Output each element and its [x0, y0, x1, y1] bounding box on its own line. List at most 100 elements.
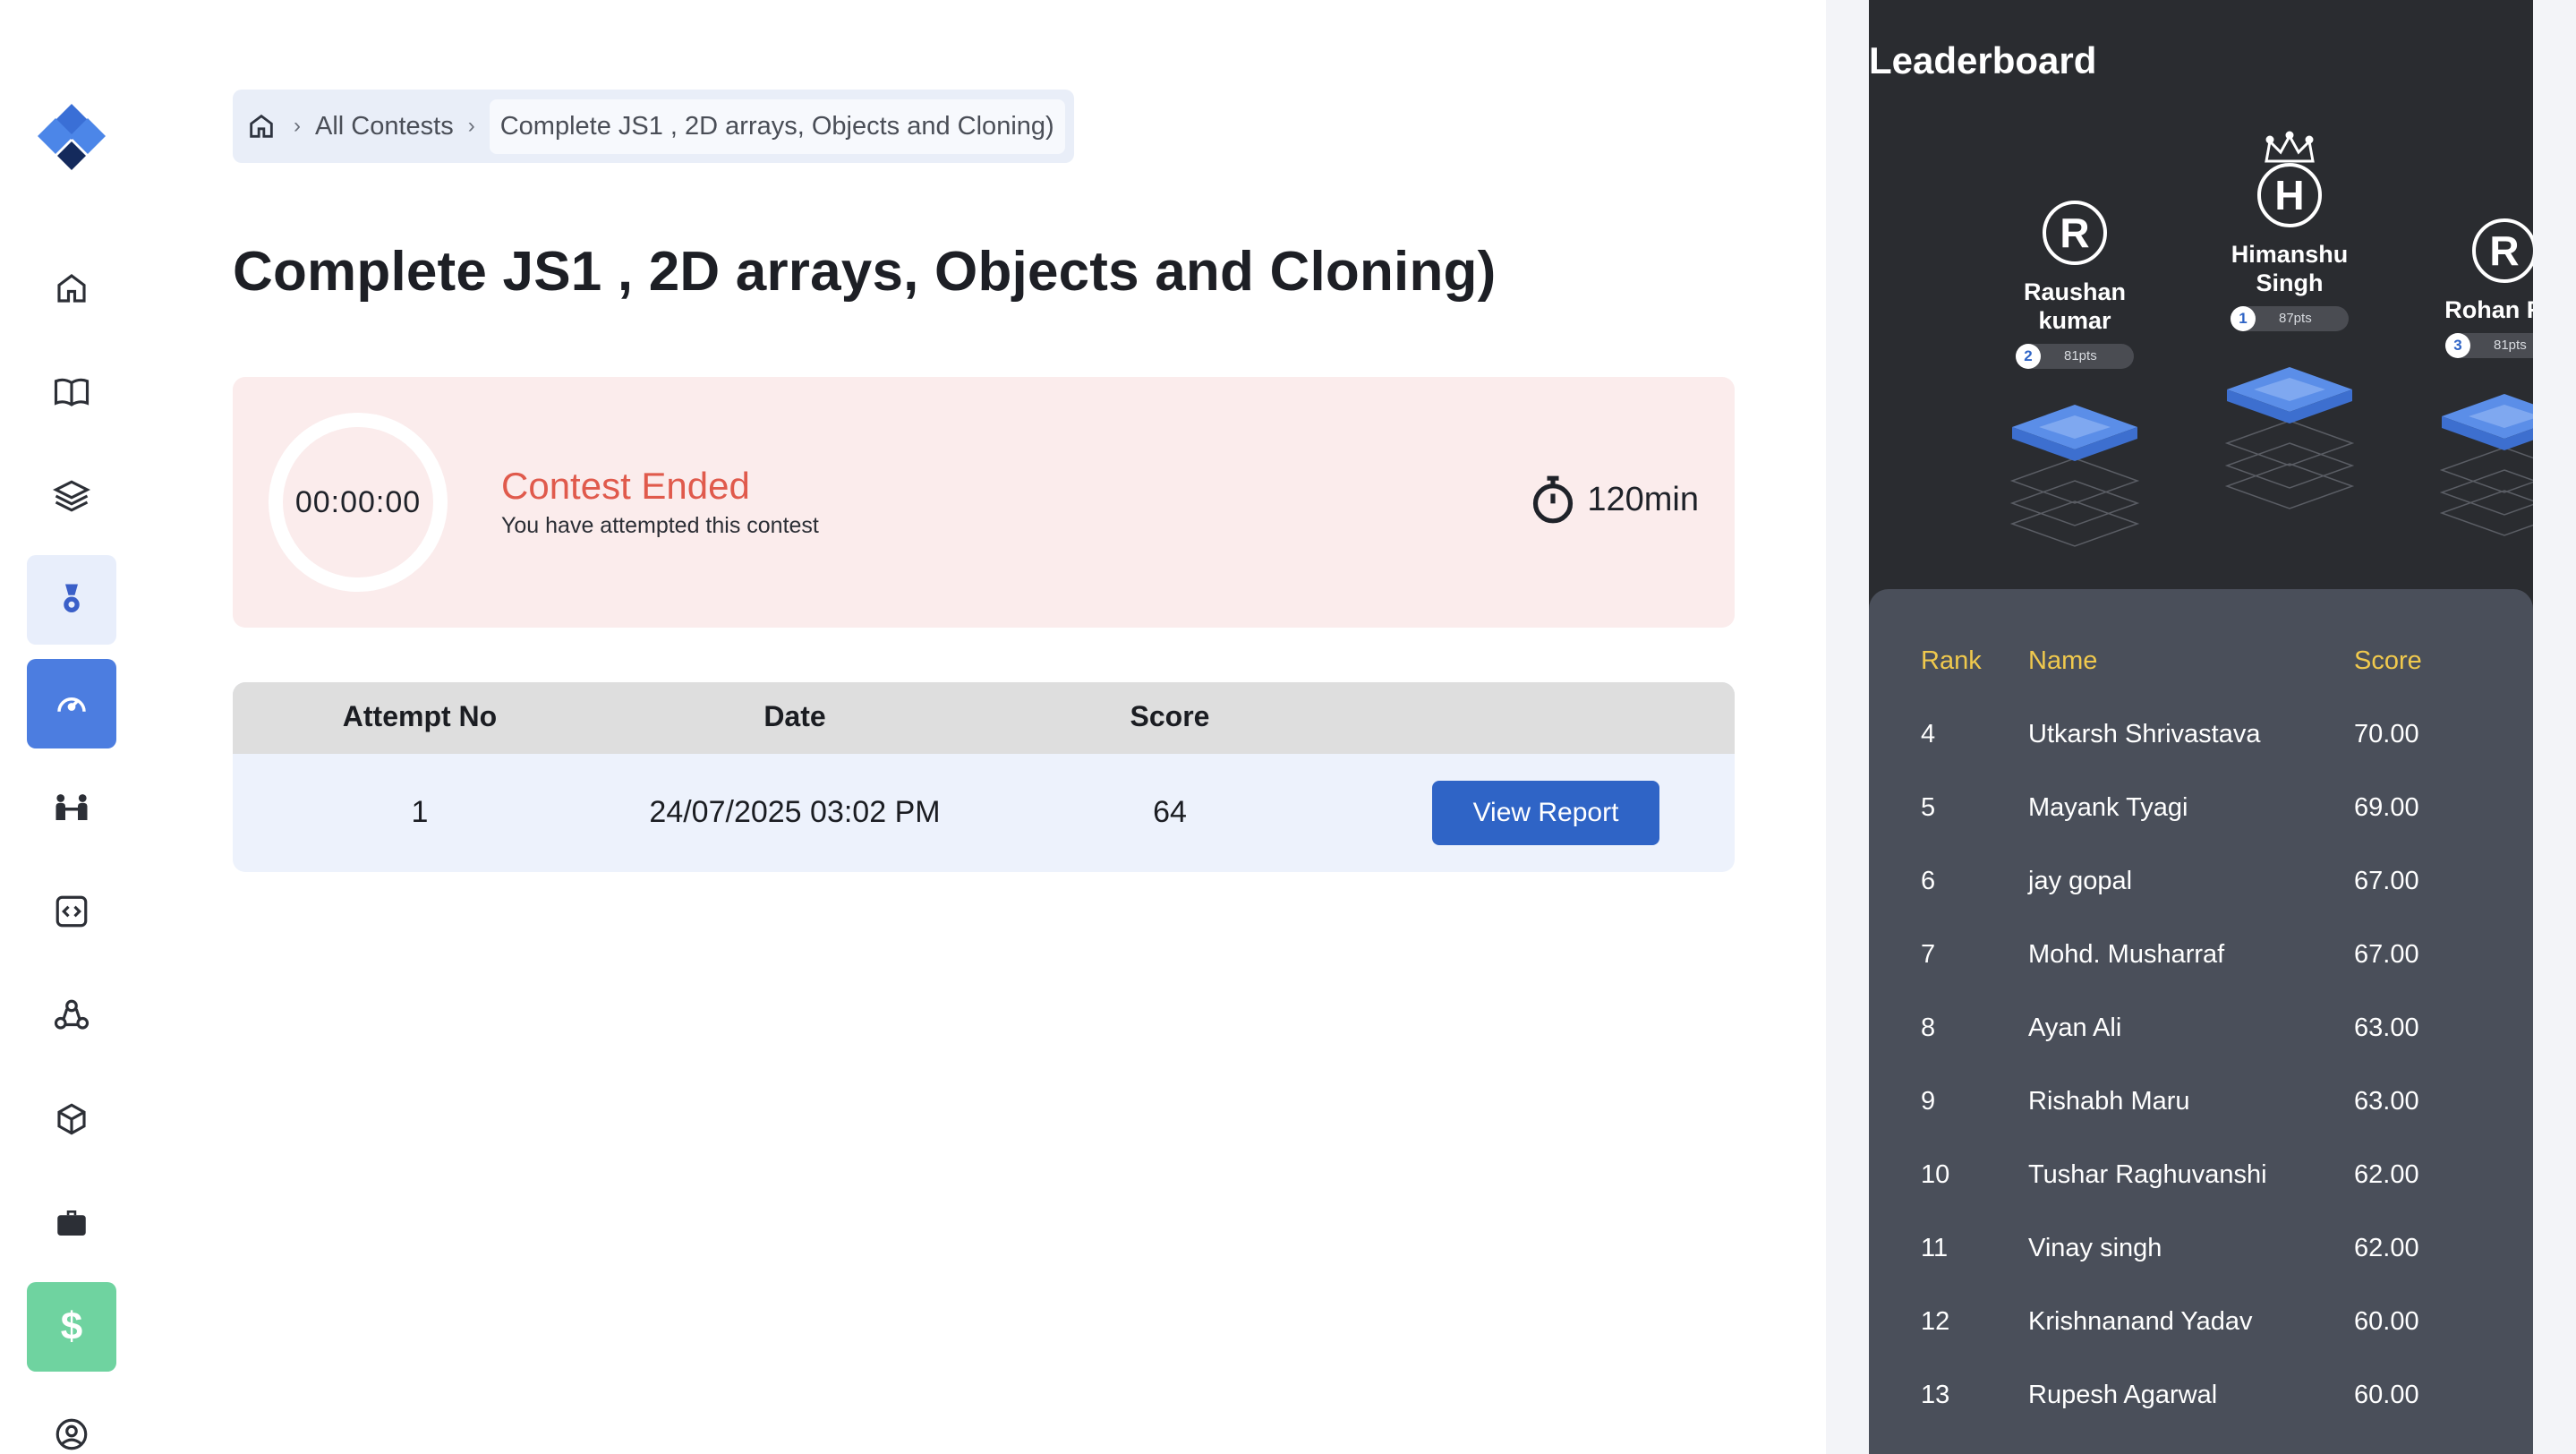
table-row[interactable]: 9 Rishabh Maru 63.00 — [1869, 1087, 2533, 1160]
row-rank: 6 — [1921, 867, 1936, 895]
points: 87pts — [2279, 311, 2312, 326]
chevron-right-icon: › — [467, 114, 475, 138]
row-name: Rupesh Agarwal — [2028, 1381, 2218, 1409]
row-rank: 7 — [1921, 940, 1936, 969]
code-icon — [55, 895, 88, 928]
contest-duration: 120min — [1530, 474, 1699, 526]
cube-icon — [57, 1103, 86, 1135]
nav-mentorship[interactable] — [27, 763, 116, 852]
table-row: 1 24/07/2025 03:02 PM 64 View Report — [233, 754, 1735, 872]
briefcase-icon — [57, 1210, 86, 1236]
podium-name: Himanshu Singh — [2231, 241, 2349, 296]
header-name: Name — [2028, 646, 2098, 675]
rank-badge: 3 — [2445, 333, 2470, 358]
nav-profile[interactable] — [27, 1390, 116, 1454]
row-score: 63.00 — [2354, 1014, 2419, 1042]
row-name: Ayan Ali — [2028, 1014, 2122, 1042]
home-icon — [250, 114, 273, 138]
row-score: 60.00 — [2354, 1307, 2419, 1336]
table-row[interactable]: 10 Tushar Raghuvanshi 62.00 — [1869, 1160, 2533, 1234]
podium-second[interactable]: R Raushan kumar 2 81pts — [1985, 201, 2164, 552]
row-score: 70.00 — [2354, 720, 2419, 748]
main-content: › All Contests › Complete JS1 , 2D array… — [143, 0, 1826, 1454]
table-row[interactable]: 8 Ayan Ali 63.00 — [1869, 1014, 2533, 1087]
nav-home[interactable] — [27, 244, 116, 333]
attempts-table-header: Attempt No Date Score — [233, 682, 1735, 754]
book-icon — [54, 378, 90, 406]
contest-status: Contest Ended — [501, 465, 750, 507]
table-row[interactable]: 7 Mohd. Musharraf 67.00 — [1869, 940, 2533, 1014]
row-name: Tushar Raghuvanshi — [2028, 1160, 2267, 1189]
leaderboard-table: Rank Name Score 4 Utkarsh Shrivastava 70… — [1869, 589, 2533, 1454]
avatar: R — [2472, 218, 2537, 283]
stopwatch-icon — [1533, 475, 1574, 524]
attempt-number: 1 — [411, 795, 429, 829]
podium-name: Raushan kumar — [2023, 278, 2127, 334]
row-name: Mayank Tyagi — [2028, 793, 2188, 822]
duration-value: 120min — [1587, 480, 1699, 518]
row-name: Vinay singh — [2028, 1234, 2162, 1262]
row-name: Krishnanand Yadav — [2028, 1307, 2253, 1336]
community-icon — [54, 999, 90, 1030]
breadcrumb-home[interactable] — [243, 108, 279, 144]
row-name: Rishabh Maru — [2028, 1087, 2190, 1116]
nav-courses[interactable] — [27, 347, 116, 437]
table-row[interactable]: 5 Mayank Tyagi 69.00 — [1869, 793, 2533, 867]
row-score: 69.00 — [2354, 793, 2419, 822]
avatar: H — [2257, 163, 2322, 227]
row-rank: 8 — [1921, 1014, 1936, 1042]
page-edge — [2533, 0, 2576, 1454]
page-title: Complete JS1 , 2D arrays, Objects and Cl… — [233, 241, 1497, 303]
nav-community[interactable] — [27, 971, 116, 1060]
row-rank: 13 — [1921, 1381, 1950, 1409]
table-row[interactable]: 11 Vinay singh 62.00 — [1869, 1234, 2533, 1307]
nav-modules[interactable] — [27, 451, 116, 541]
attempts-table: Attempt No Date Score 1 24/07/2025 03:02… — [233, 682, 1735, 872]
nav-projects[interactable] — [27, 1074, 116, 1164]
layers-icon — [53, 480, 90, 512]
row-name: jay gopal — [2028, 867, 2133, 895]
view-report-button[interactable]: View Report — [1432, 781, 1659, 845]
podium-first[interactable]: H Himanshu Singh 1 87pts — [2200, 131, 2379, 515]
row-rank: 10 — [1921, 1160, 1950, 1189]
avatar: R — [2043, 201, 2107, 265]
attempt-date: 24/07/2025 03:02 PM — [649, 795, 941, 829]
breadcrumb-all-contests[interactable]: All Contests — [315, 112, 454, 141]
nav-earn[interactable]: $ — [27, 1282, 116, 1372]
row-rank: 5 — [1921, 793, 1936, 822]
podium-points-pill: 1 87pts — [2231, 306, 2349, 331]
row-score: 67.00 — [2354, 867, 2419, 895]
table-row[interactable]: 12 Krishnanand Yadav 60.00 — [1869, 1307, 2533, 1381]
table-row[interactable]: 13 Rupesh Agarwal 60.00 — [1869, 1381, 2533, 1454]
nav-achievements[interactable] — [27, 555, 116, 645]
countdown-timer: 00:00:00 — [269, 413, 448, 592]
breadcrumb-current: Complete JS1 , 2D arrays, Objects and Cl… — [489, 98, 1065, 154]
rank-badge: 1 — [2231, 306, 2256, 331]
points: 81pts — [2064, 348, 2097, 364]
header-score: Score — [1130, 700, 1210, 732]
breadcrumb: › All Contests › Complete JS1 , 2D array… — [233, 90, 1074, 163]
header-rank: Rank — [1921, 646, 1982, 675]
podium-platform-icon — [2224, 367, 2355, 509]
mentorship-icon — [55, 794, 88, 820]
dollar-icon: $ — [60, 1304, 83, 1348]
home-icon — [57, 274, 86, 303]
row-rank: 4 — [1921, 720, 1936, 748]
sidebar: $ — [0, 0, 143, 1454]
row-score: 62.00 — [2354, 1234, 2419, 1262]
contest-status-subtitle: You have attempted this contest — [501, 513, 819, 538]
row-rank: 12 — [1921, 1307, 1950, 1336]
nav-jobs[interactable] — [27, 1178, 116, 1268]
profile-icon — [55, 1418, 88, 1450]
row-name: Utkarsh Shrivastava — [2028, 720, 2261, 748]
podium-points-pill: 2 81pts — [2016, 344, 2134, 369]
table-row[interactable]: 4 Utkarsh Shrivastava 70.00 — [1869, 720, 2533, 793]
leaderboard-title: Leaderboard — [1869, 39, 2097, 81]
row-rank: 9 — [1921, 1087, 1936, 1116]
attempt-score: 64 — [1153, 795, 1187, 829]
table-row[interactable]: 6 jay gopal 67.00 — [1869, 867, 2533, 940]
row-score: 67.00 — [2354, 940, 2419, 969]
nav-code[interactable] — [27, 867, 116, 956]
nav-contests[interactable] — [27, 659, 116, 748]
brand-logo[interactable] — [30, 100, 113, 172]
